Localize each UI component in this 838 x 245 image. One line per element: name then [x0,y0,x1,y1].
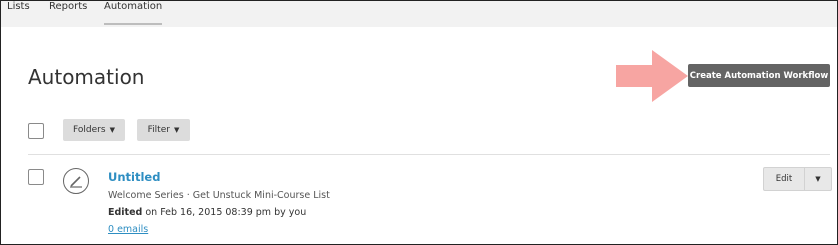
select-all-checkbox[interactable] [28,123,44,139]
chevron-down-icon: ▼ [109,126,115,134]
folders-dropdown[interactable]: Folders ▼ [63,119,125,141]
tab-reports[interactable]: Reports [49,1,87,13]
workflow-row-checkbox[interactable] [28,169,44,185]
tab-lists[interactable]: Lists [7,1,30,13]
app-frame: Lists Reports Automation Automation Crea… [0,0,838,245]
chevron-down-icon: ▼ [815,175,821,183]
arrow-right-icon [616,50,688,102]
workflow-edited-info: Edited on Feb 16, 2015 08:39 pm by you [108,207,306,219]
edit-label: Edit [775,174,793,184]
tab-automation[interactable]: Automation [104,1,163,25]
create-button-label: Create Automation Workflow [689,70,829,81]
workflow-list-name: Welcome Series · Get Unstuck Mini-Course… [108,190,330,201]
edit-button[interactable]: Edit [764,168,804,190]
folders-label: Folders [73,125,106,135]
edit-more-button[interactable]: ▼ [805,168,831,190]
pencil-circle-icon [63,168,89,194]
filter-dropdown[interactable]: Filter ▼ [137,119,190,141]
filter-label: Filter [147,125,170,135]
edited-label: Edited [108,207,143,218]
edit-button-group: Edit ▼ [763,167,832,191]
divider [28,154,830,155]
chevron-down-icon: ▼ [173,126,180,134]
edited-details: on Feb 16, 2015 08:39 pm by you [142,207,307,218]
create-automation-workflow-button[interactable]: Create Automation Workflow [688,64,830,87]
workflow-title-link[interactable]: Untitled [108,170,160,184]
pencil-icon [70,176,82,188]
workflow-emails-link[interactable]: 0 emails [108,224,148,236]
top-nav: Lists Reports Automation [1,1,837,27]
page-title: Automation [28,65,145,89]
